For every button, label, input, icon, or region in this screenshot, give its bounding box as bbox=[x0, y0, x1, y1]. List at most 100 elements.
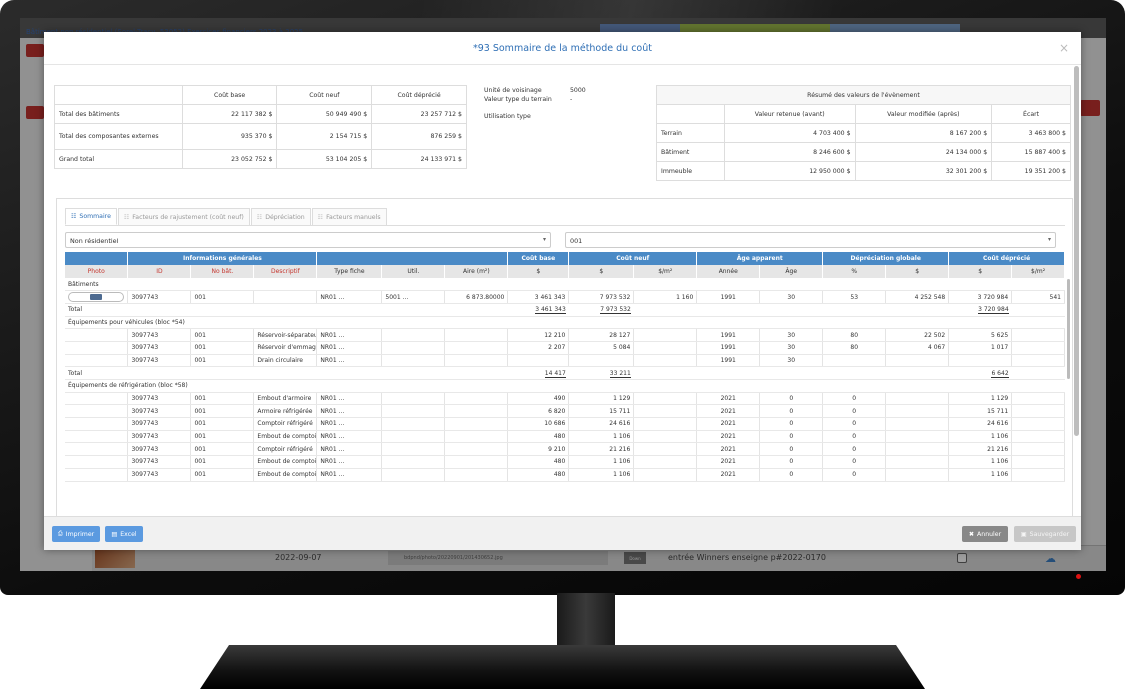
table-cell: 0 bbox=[759, 468, 824, 482]
table-cell: 3097743 bbox=[127, 417, 192, 431]
table-cell: 3097743 bbox=[127, 430, 192, 444]
table-cell: 001 bbox=[190, 404, 255, 419]
table-cell: Embout de comptoir bbox=[253, 468, 318, 482]
category-select[interactable]: Non résidentiel ▾ bbox=[65, 232, 551, 248]
table-cell: NR01 ... bbox=[316, 392, 383, 406]
table-cell: 30 bbox=[759, 354, 824, 368]
close-icon[interactable]: × bbox=[1059, 41, 1069, 55]
print-button[interactable]: ⎙ Imprimer bbox=[52, 526, 100, 542]
table-cell: 2021 bbox=[696, 417, 761, 431]
table-cell bbox=[633, 455, 698, 469]
table-cell: 0 bbox=[822, 430, 887, 444]
grid-scrollbar[interactable] bbox=[1067, 279, 1070, 379]
table-cell bbox=[948, 354, 1013, 368]
photo-button[interactable] bbox=[68, 292, 124, 303]
grid-column-header[interactable]: $/m² bbox=[633, 265, 698, 278]
table-cell: Embout de comptoir bbox=[253, 430, 318, 444]
table-cell bbox=[885, 468, 950, 482]
grid-column-header[interactable]: Type fiche bbox=[316, 265, 383, 278]
file-icon: ▤ bbox=[111, 530, 118, 538]
table-cell: 1 129 bbox=[568, 392, 635, 406]
table-cell: 0 bbox=[822, 404, 887, 419]
tab-facteurs-rajustement[interactable]: ☷ Facteurs de rajustement (coût neuf) bbox=[117, 208, 250, 225]
total-label: Total bbox=[65, 366, 128, 380]
tab-depreciation[interactable]: ☷ Dépréciation bbox=[250, 208, 311, 225]
grid-column-header[interactable]: ID bbox=[127, 265, 192, 278]
table-cell bbox=[65, 468, 129, 482]
grid-icon: ☷ bbox=[317, 213, 324, 221]
power-led bbox=[1076, 574, 1081, 579]
table-cell: 3097743 bbox=[127, 354, 192, 368]
photo-icon bbox=[90, 293, 102, 300]
tab-facteurs-manuels[interactable]: ☷ Facteurs manuels bbox=[311, 208, 387, 225]
building-select[interactable]: 001 ▾ bbox=[565, 232, 1056, 248]
table-row: 3097743 001 Embout de comptoir NR01 ... 480 1… bbox=[65, 455, 1065, 469]
table-cell: 30 bbox=[759, 328, 824, 342]
excel-button[interactable]: ▤ Excel bbox=[105, 526, 143, 542]
table-row: 3097743 001 Embout de comptoir NR01 ... 480 1… bbox=[65, 468, 1065, 482]
table-cell: 0 bbox=[822, 417, 887, 431]
table-cell bbox=[568, 354, 635, 368]
table-cell: 5001 ... bbox=[381, 290, 446, 304]
grid-column-header[interactable]: $ bbox=[948, 265, 1013, 278]
table-cell bbox=[885, 442, 950, 457]
grid-column-header[interactable]: Util. bbox=[381, 265, 446, 278]
total-value: 3 720 984 bbox=[978, 306, 1009, 315]
table-cell: 5 625 bbox=[948, 328, 1013, 342]
grid-column-header[interactable]: Photo bbox=[65, 265, 129, 278]
table-cell: 1991 bbox=[696, 328, 761, 342]
table-cell: 0 bbox=[759, 455, 824, 469]
modal-scrollbar[interactable] bbox=[1074, 66, 1079, 516]
grid-column-header[interactable]: $/m² bbox=[1011, 265, 1065, 278]
grid-column-header[interactable]: Année bbox=[696, 265, 761, 278]
table-cell bbox=[822, 354, 887, 368]
table-cell: 3097743 bbox=[127, 468, 192, 482]
table-cell bbox=[1011, 354, 1065, 368]
table-cell bbox=[444, 417, 509, 431]
table-cell: 0 bbox=[822, 392, 887, 406]
grid-column-header[interactable]: $ bbox=[507, 265, 570, 278]
grid-group-header bbox=[316, 252, 509, 265]
table-cell: 2021 bbox=[696, 404, 761, 419]
table-cell bbox=[507, 354, 570, 368]
table-cell bbox=[444, 354, 509, 368]
grid-section-row: Équipements de réfrigération (bloc *58) bbox=[65, 379, 1065, 393]
table-cell: 1 106 bbox=[568, 468, 635, 482]
grid-icon: ☷ bbox=[256, 213, 263, 221]
details-panel: ☷ Sommaire ☷ Facteurs de rajustement (coût… bbox=[56, 198, 1073, 538]
grid-column-header[interactable]: Aire (m²) bbox=[444, 265, 509, 278]
grid-column-header[interactable]: Âge bbox=[759, 265, 824, 278]
table-cell: 24 616 bbox=[568, 417, 635, 431]
modal-footer: ⎙ Imprimer ▤ Excel ✖ Annuler ▣ Sauvegarder bbox=[44, 516, 1081, 550]
grid-column-header[interactable]: Descriptif bbox=[253, 265, 318, 278]
grid-column-header[interactable]: % bbox=[822, 265, 887, 278]
cancel-button[interactable]: ✖ Annuler bbox=[962, 526, 1008, 542]
table-cell: 1991 bbox=[696, 290, 761, 304]
grid-column-header[interactable]: No bât. bbox=[190, 265, 255, 278]
table-cell bbox=[65, 404, 129, 419]
table-cell bbox=[633, 468, 698, 482]
section-label: Équipements pour véhicules (bloc *54) bbox=[65, 316, 1065, 330]
table-cell: 2021 bbox=[696, 442, 761, 457]
table-cell bbox=[885, 455, 950, 469]
table-cell bbox=[444, 328, 509, 342]
section-label: Bâtiments bbox=[65, 278, 1065, 292]
grid-column-header[interactable]: $ bbox=[568, 265, 635, 278]
tab-sommaire[interactable]: ☷ Sommaire bbox=[65, 208, 117, 225]
table-cell: 9 210 bbox=[507, 442, 570, 457]
save-button[interactable]: ▣ Sauvegarder bbox=[1014, 526, 1076, 542]
table-cell: 24 616 bbox=[948, 417, 1013, 431]
table-cell: 480 bbox=[507, 468, 570, 482]
table-cell: 3 461 343 bbox=[507, 290, 570, 304]
table-cell: 15 711 bbox=[948, 404, 1013, 419]
table-cell: 30 bbox=[759, 290, 824, 304]
table-cell: Embout d'armoire bbox=[253, 392, 318, 406]
table-cell: 1 106 bbox=[948, 468, 1013, 482]
modal-header: *93 Sommaire de la méthode du coût × bbox=[44, 32, 1081, 65]
table-cell bbox=[1011, 417, 1065, 431]
table-cell bbox=[444, 468, 509, 482]
table-cell bbox=[1011, 328, 1065, 342]
table-cell: 001 bbox=[190, 354, 255, 368]
grid-column-header[interactable]: $ bbox=[885, 265, 950, 278]
table-row: 3097743 001 Armoire réfrigérée NR01 ... 6 82… bbox=[65, 404, 1065, 419]
